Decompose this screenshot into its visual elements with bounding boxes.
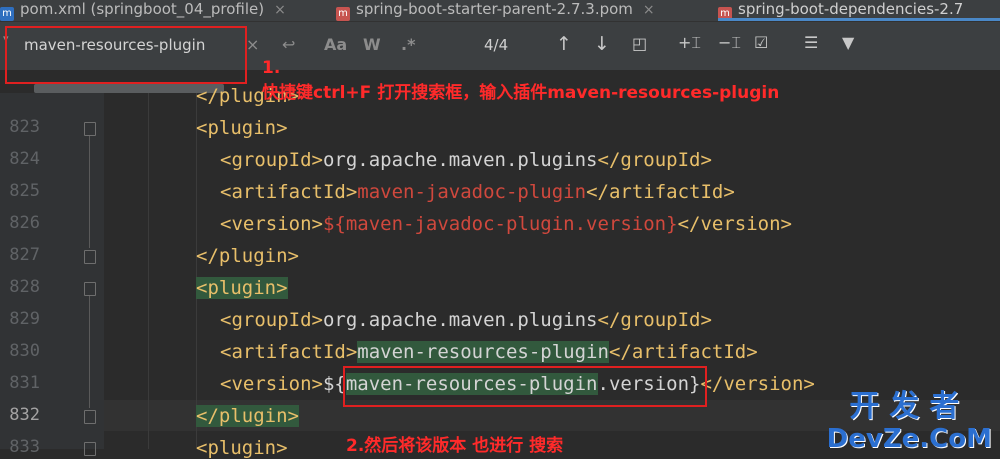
- line-number: 826: [9, 213, 40, 233]
- line-number-current: 832: [9, 405, 40, 425]
- tab-label: pom.xml (springboot_04_profile): [20, 0, 265, 18]
- code-line: <artifactId>maven-resources-plugin</arti…: [220, 341, 758, 363]
- line-number: 824: [9, 149, 40, 169]
- code-line: <artifactId>maven-javadoc-plugin</artifa…: [220, 181, 735, 203]
- fold-marker-icon[interactable]: [84, 250, 96, 264]
- maven-m-icon: m: [0, 7, 14, 21]
- line-number: 831: [9, 373, 40, 393]
- code-line: <version>${maven-javadoc-plugin.version}…: [220, 213, 792, 235]
- fold-guide: [89, 296, 90, 408]
- match-count: 4/4: [484, 36, 509, 54]
- annotation-step-2-text: 2.然后将该版本 也进行 搜索: [346, 436, 564, 456]
- fold-guide: [89, 136, 90, 248]
- code-line: </plugin>: [196, 245, 299, 267]
- tab-pom-xml[interactable]: m pom.xml (springboot_04_profile) ×: [0, 0, 318, 21]
- editor-tab-bar: m pom.xml (springboot_04_profile) × m sprin…: [0, 0, 1000, 22]
- line-number: 829: [9, 309, 40, 329]
- regex-toggle[interactable]: .*: [401, 35, 415, 54]
- close-icon[interactable]: ×: [274, 2, 286, 18]
- tab-label: spring-boot-dependencies-2.7: [738, 0, 964, 18]
- new-line-icon[interactable]: ↩: [282, 35, 295, 54]
- line-number: 833: [9, 437, 40, 457]
- filter-options-icon[interactable]: ☰: [804, 33, 818, 52]
- annotation-step-1-text: 快捷键ctrl+F 打开搜索框，输入插件maven-resources-plug…: [262, 83, 780, 103]
- tab-dependencies[interactable]: m spring-boot-dependencies-2.7: [718, 0, 1000, 21]
- line-number: 830: [9, 341, 40, 361]
- next-occurrence-icon[interactable]: ↓: [594, 33, 610, 55]
- code-line: <groupId>org.apache.maven.plugins</group…: [220, 149, 712, 171]
- code-line: <plugin>: [196, 437, 288, 459]
- fold-marker-icon[interactable]: [84, 122, 96, 136]
- annotation-box-version: [343, 366, 707, 407]
- annotation-step-1-number: 1.: [262, 58, 281, 78]
- search-match: maven-resources-plugin: [357, 341, 609, 363]
- filter-icon[interactable]: ▼: [842, 33, 854, 52]
- code-line: <plugin>: [196, 117, 288, 139]
- annotation-box-search: [5, 26, 247, 84]
- line-number: 828: [9, 277, 40, 297]
- words-toggle[interactable]: W: [363, 35, 381, 54]
- add-selection-icon[interactable]: +⌶: [678, 33, 701, 53]
- fold-marker-icon[interactable]: [84, 410, 96, 424]
- clear-icon[interactable]: ×: [246, 35, 259, 54]
- maven-pom-icon: m: [718, 7, 732, 18]
- indent-guide: [196, 93, 197, 449]
- indent-guide: [148, 93, 149, 449]
- remove-selection-icon[interactable]: −⌶: [718, 33, 741, 53]
- code-line: <plugin>: [196, 277, 288, 299]
- select-all-icon[interactable]: ☑: [754, 33, 768, 52]
- fold-marker-icon[interactable]: [84, 442, 96, 456]
- previous-occurrence-icon[interactable]: ↑: [556, 33, 572, 55]
- code-line: <groupId>org.apache.maven.plugins</group…: [220, 309, 712, 331]
- maven-pom-icon: m: [336, 7, 350, 21]
- select-all-occurrences-icon[interactable]: ◰: [632, 34, 647, 53]
- tab-label: spring-boot-starter-parent-2.7.3.pom: [356, 0, 633, 18]
- line-number: 823: [9, 117, 40, 137]
- watermark-logo: 开发者 DevZe.CoM: [826, 389, 992, 454]
- match-case-toggle[interactable]: Aa: [324, 35, 347, 54]
- code-line: </plugin>: [196, 405, 299, 427]
- line-number: 825: [9, 181, 40, 201]
- fold-marker-icon[interactable]: [84, 282, 96, 296]
- line-number: 827: [9, 245, 40, 265]
- close-icon[interactable]: ×: [643, 2, 655, 18]
- tab-starter-parent[interactable]: m spring-boot-starter-parent-2.7.3.pom ×: [336, 0, 706, 21]
